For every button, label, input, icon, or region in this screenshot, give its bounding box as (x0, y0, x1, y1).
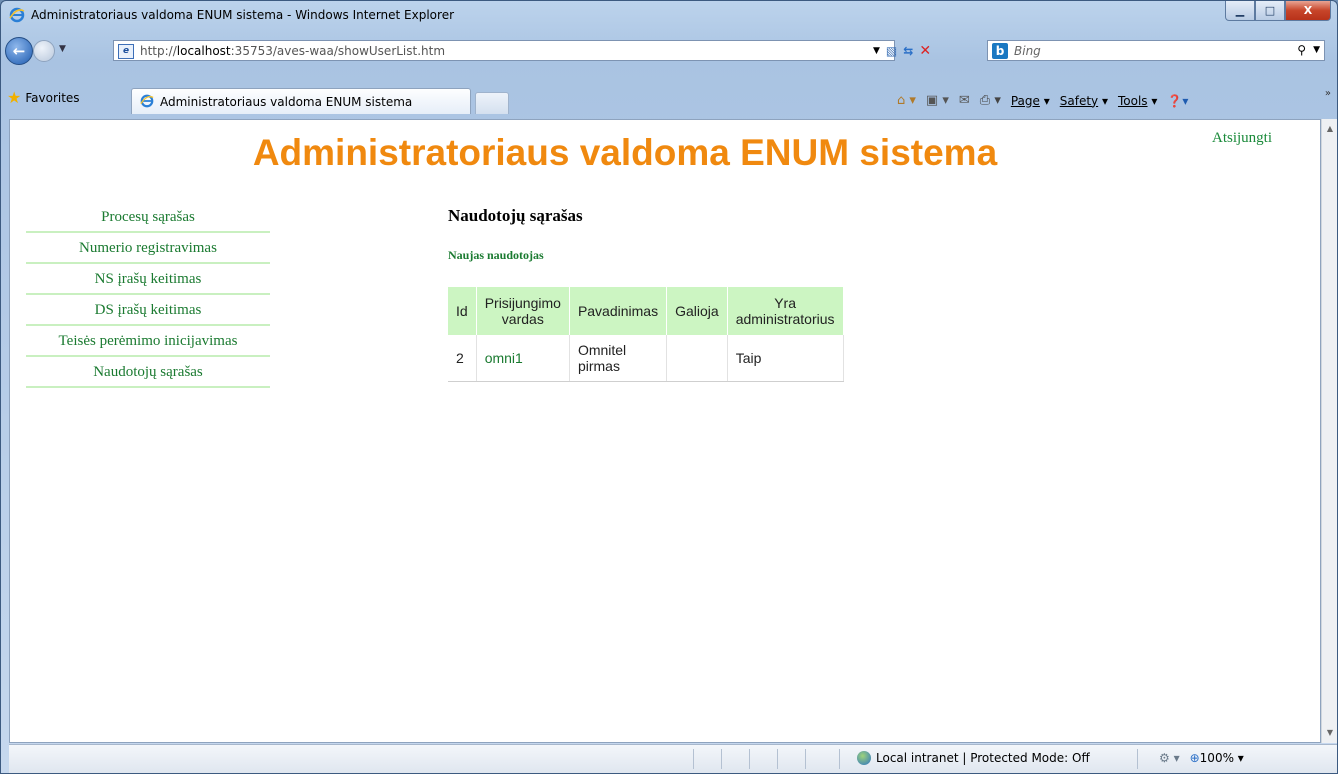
favorites-label: Favorites (25, 91, 80, 105)
window-title: Administratoriaus valdoma ENUM sistema -… (31, 8, 455, 22)
col-header-valid[interactable]: Galioja (666, 287, 728, 335)
tools-menu[interactable]: Tools ▾ (1118, 94, 1157, 108)
bing-icon: b (992, 43, 1008, 59)
url-rest: :35753/aves-waa/showUserList.htm (230, 44, 446, 58)
side-menu: Procesų sąrašas Numerio registravimas NS… (26, 204, 270, 390)
page-title: Naudotojų sąrašas (448, 206, 583, 225)
browser-window: Administratoriaus valdoma ENUM sistema -… (0, 0, 1338, 774)
status-divider (805, 749, 806, 769)
zoom-level: 100% (1199, 751, 1234, 765)
print-icon[interactable]: ⎙ ▾ (980, 93, 1001, 108)
zoom-control[interactable]: ⊕100% ▾ (1190, 751, 1244, 765)
favorites-button[interactable]: ★ Favorites (7, 90, 80, 106)
search-box[interactable]: b Bing ⚲ ▼ (987, 40, 1325, 61)
stop-icon[interactable]: ✕ (919, 43, 931, 59)
col-header-login[interactable]: Prisijungimo vardas (476, 287, 570, 335)
forward-button[interactable] (33, 40, 55, 62)
search-placeholder[interactable]: Bing (1014, 44, 1041, 58)
page-viewport: Administratoriaus valdoma ENUM sistema A… (9, 119, 1321, 743)
new-user-link[interactable]: Naujas naudotojas (448, 248, 583, 263)
back-button[interactable]: ← (5, 37, 33, 65)
cell-id: 2 (448, 335, 477, 382)
menu-item-transfer-initiation[interactable]: Teisės perėmimo inicijavimas (26, 328, 270, 357)
refresh-icon[interactable]: ⇆ (903, 44, 913, 58)
favorites-bar: ★ Favorites Administratoriaus valdoma EN… (1, 86, 1337, 116)
zone-label: Local intranet | Protected Mode: Off (876, 751, 1090, 765)
status-divider (721, 749, 722, 769)
popup-blocker-icon[interactable]: ⚙ ▾ (1159, 751, 1180, 765)
users-table: Id Prisijungimo vardas Pavadinimas Galio… (448, 287, 844, 382)
cell-admin: Taip (727, 335, 844, 382)
star-icon: ★ (7, 88, 22, 107)
menu-item-ns-records[interactable]: NS įrašų keitimas (26, 266, 270, 295)
vertical-scrollbar[interactable]: ▲ ▼ (1321, 119, 1337, 743)
main-content: Naudotojų sąrašas Naujas naudotojas Id P… (448, 206, 844, 382)
intranet-globe-icon (857, 751, 871, 765)
table-header-row: Id Prisijungimo vardas Pavadinimas Galio… (448, 287, 844, 335)
address-bar[interactable]: e http://localhost:35753/aves-waa/showUs… (113, 40, 895, 61)
ie-page-icon (140, 94, 154, 108)
compatibility-view-icon[interactable]: ▧ (886, 44, 897, 58)
recent-pages-dropdown-icon[interactable]: ▼ (59, 44, 66, 54)
minimize-button[interactable]: ▁ (1225, 1, 1255, 21)
url-prefix: http:// (140, 44, 177, 58)
search-icon[interactable]: ⚲ (1297, 43, 1306, 57)
url-host: localhost (176, 44, 231, 58)
scroll-up-icon[interactable]: ▲ (1322, 121, 1337, 137)
new-tab-button[interactable] (475, 92, 509, 114)
search-dropdown-icon[interactable]: ▼ (1313, 45, 1320, 55)
close-button[interactable]: X (1285, 1, 1331, 21)
status-divider (1137, 749, 1138, 769)
menu-item-processes[interactable]: Procesų sąrašas (26, 204, 270, 233)
chevron-icon[interactable]: » (1325, 88, 1331, 99)
maximize-button[interactable]: □ (1255, 1, 1285, 21)
user-login-link[interactable]: omni1 (485, 350, 523, 366)
scroll-down-icon[interactable]: ▼ (1322, 725, 1337, 741)
navigation-bar: ← ▼ e http://localhost:35753/aves-waa/sh… (1, 35, 1337, 65)
page-menu[interactable]: Page ▾ (1011, 94, 1050, 108)
col-header-id[interactable]: Id (448, 287, 477, 335)
mail-icon[interactable]: ✉ (959, 93, 970, 108)
col-header-name[interactable]: Pavadinimas (569, 287, 668, 335)
ie-logo-icon (9, 7, 25, 23)
title-bar: Administratoriaus valdoma ENUM sistema -… (1, 1, 1337, 35)
table-row: 2 omni1 Omnitel pirmas Taip (448, 335, 844, 382)
col-header-admin[interactable]: Yra administratorius (727, 287, 844, 335)
help-icon[interactable]: ❓▾ (1167, 94, 1188, 108)
tab-active[interactable]: Administratoriaus valdoma ENUM sistema (131, 88, 471, 114)
zoom-icon: ⊕ (1189, 751, 1200, 765)
safety-menu[interactable]: Safety ▾ (1060, 94, 1108, 108)
page-icon: e (118, 44, 134, 59)
menu-item-ds-records[interactable]: DS įrašų keitimas (26, 297, 270, 326)
menu-item-number-registration[interactable]: Numerio registravimas (26, 235, 270, 264)
cell-name: Omnitel pirmas (569, 335, 668, 382)
tab-label: Administratoriaus valdoma ENUM sistema (160, 95, 413, 109)
status-divider (693, 749, 694, 769)
status-divider (777, 749, 778, 769)
status-bar: Local intranet | Protected Mode: Off ⚙ ▾… (9, 744, 1337, 773)
security-zone[interactable]: Local intranet | Protected Mode: Off (857, 751, 1090, 765)
site-title: Administratoriaus valdoma ENUM sistema (252, 132, 998, 173)
cell-valid (666, 335, 728, 382)
status-divider (749, 749, 750, 769)
status-divider (839, 749, 840, 769)
feeds-icon[interactable]: ▣ ▾ (926, 93, 949, 108)
home-icon[interactable]: ⌂ ▾ (897, 93, 916, 108)
cell-login: omni1 (476, 335, 570, 382)
address-dropdown-icon[interactable]: ▼ (873, 46, 880, 56)
address-url[interactable]: http://localhost:35753/aves-waa/showUser… (140, 44, 445, 58)
menu-item-user-list[interactable]: Naudotojų sąrašas (26, 359, 270, 388)
logout-link[interactable]: Atsijungti (1212, 130, 1272, 147)
